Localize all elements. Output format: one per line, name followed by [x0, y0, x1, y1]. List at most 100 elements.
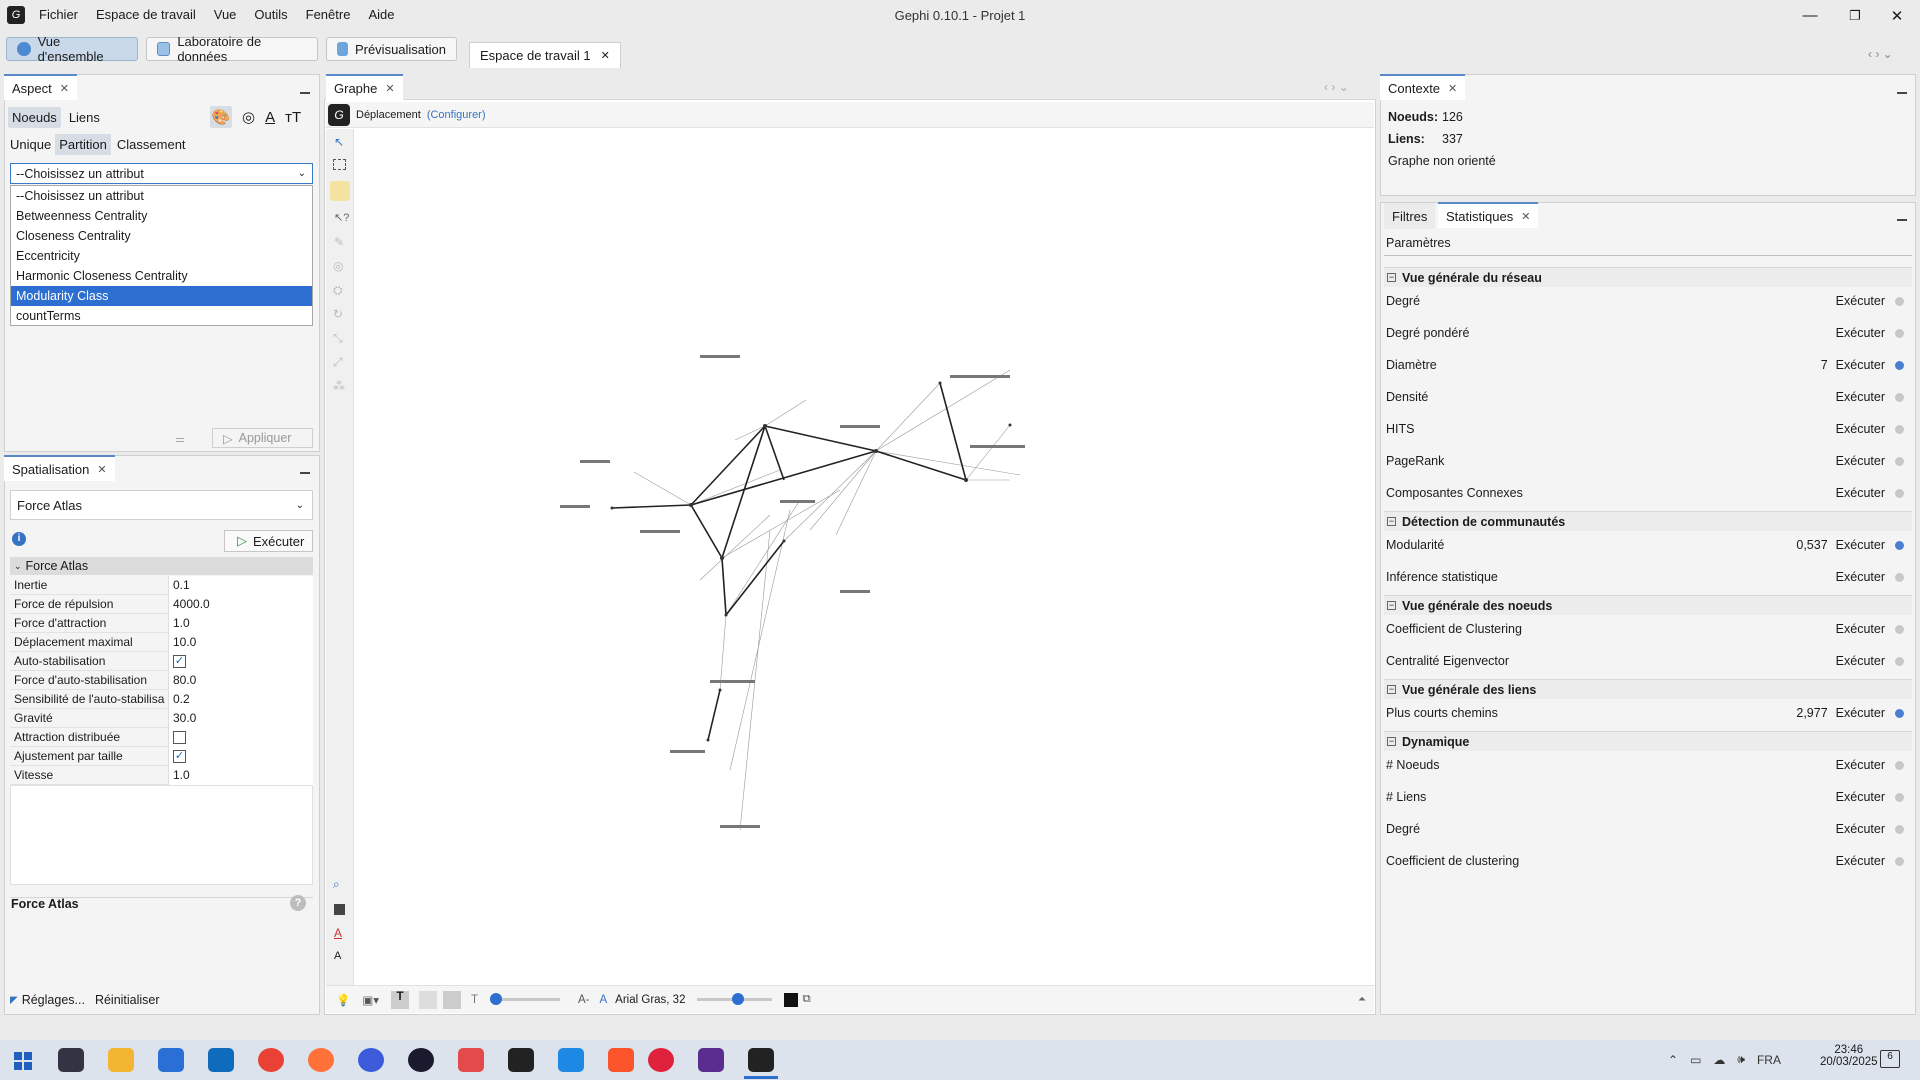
- adjust-by-size-checkbox[interactable]: ✓: [173, 749, 186, 763]
- figma-icon[interactable]: [508, 1048, 534, 1072]
- chrome-icon[interactable]: [258, 1048, 284, 1072]
- param-value[interactable]: 0.2: [168, 689, 313, 709]
- store-icon[interactable]: [158, 1048, 184, 1072]
- info-icon[interactable]: [1895, 296, 1904, 306]
- copy-icon[interactable]: ⧉: [802, 993, 810, 1006]
- close-icon[interactable]: ✕: [97, 463, 106, 476]
- statistics-parameters[interactable]: Paramètres: [1386, 236, 1451, 250]
- tab-nav-arrows[interactable]: ‹ › ⌄: [1868, 47, 1893, 61]
- app-icon[interactable]: [558, 1048, 584, 1072]
- info-icon[interactable]: [1895, 456, 1904, 466]
- volume-icon[interactable]: 🕪: [1737, 1052, 1745, 1067]
- info-icon[interactable]: [1895, 708, 1904, 718]
- run-button[interactable]: Exécuter: [1836, 390, 1885, 404]
- info-icon[interactable]: [1895, 572, 1904, 582]
- paint-icon[interactable]: ⛭: [333, 283, 343, 298]
- info-icon[interactable]: [1895, 488, 1904, 498]
- hide-labels-icon[interactable]: [442, 990, 461, 1009]
- graph-canvas[interactable]: [540, 330, 1100, 850]
- run-button[interactable]: Exécuter: [1836, 758, 1885, 772]
- tab-graphe[interactable]: Graphe ✕: [326, 74, 403, 100]
- workspace-tab[interactable]: Espace de travail 1 ✕: [469, 42, 621, 68]
- run-button[interactable]: Exécuter: [1836, 854, 1885, 868]
- network-icon[interactable]: ☁: [1713, 1053, 1725, 1067]
- param-value[interactable]: 1.0: [168, 613, 313, 633]
- font-name-label[interactable]: Arial Gras, 32: [615, 994, 685, 1006]
- label-size-slider[interactable]: [490, 993, 560, 1005]
- auto-stabilisation-checkbox[interactable]: ✓: [173, 654, 186, 668]
- app-icon[interactable]: [698, 1048, 724, 1072]
- subtab-noeuds[interactable]: Noeuds: [8, 106, 61, 128]
- select-edit-icon[interactable]: ↖?: [334, 211, 349, 224]
- font-size-slider[interactable]: [697, 993, 773, 1005]
- run-button[interactable]: Exécuter: [1836, 790, 1885, 804]
- tab-aspect[interactable]: Aspect ✕: [4, 74, 77, 100]
- gephi-taskbar-icon[interactable]: [748, 1048, 774, 1072]
- layout-section-header[interactable]: ⌄ Force Atlas: [10, 557, 313, 575]
- background-color-icon[interactable]: [334, 904, 345, 915]
- task-view-icon[interactable]: [58, 1048, 84, 1072]
- run-button[interactable]: Exécuter: [1836, 822, 1885, 836]
- dropdown-option[interactable]: Eccentricity: [11, 246, 312, 266]
- info-icon[interactable]: [1895, 856, 1904, 866]
- info-icon[interactable]: i: [12, 532, 26, 546]
- edge-labels-icon[interactable]: [418, 990, 437, 1009]
- stats-group-header[interactable]: − Détection de communautés: [1384, 511, 1912, 531]
- run-button[interactable]: Exécuter: [1836, 654, 1885, 668]
- font-decrease-icon[interactable]: A-: [578, 994, 590, 1006]
- info-icon[interactable]: [1895, 328, 1904, 338]
- close-tab-icon[interactable]: ✕: [601, 49, 610, 62]
- text-size-icon[interactable]: T: [471, 994, 478, 1006]
- tab-statistiques[interactable]: Statistiques ✕: [1438, 202, 1539, 228]
- app-icon[interactable]: [358, 1048, 384, 1072]
- dropdown-option[interactable]: Betweenness Centrality: [11, 206, 312, 226]
- app-icon[interactable]: [408, 1048, 434, 1072]
- run-button[interactable]: Exécuter: [1836, 454, 1885, 468]
- stats-group-header[interactable]: − Vue générale des liens: [1384, 679, 1912, 699]
- expand-icon[interactable]: ⏶: [1358, 994, 1366, 1005]
- reset-link[interactable]: Réinitialiser: [95, 993, 160, 1007]
- info-icon[interactable]: [1895, 360, 1904, 370]
- show-labels-icon[interactable]: T: [390, 990, 409, 1009]
- screenshot-icon[interactable]: ▣▾: [362, 993, 379, 1007]
- minimize-panel-icon[interactable]: [300, 472, 310, 474]
- palette-icon[interactable]: 🎨: [210, 106, 232, 128]
- tab-spatialisation[interactable]: Spatialisation ✕: [4, 455, 115, 481]
- lightbulb-icon[interactable]: 💡: [336, 993, 350, 1007]
- tab-filtres[interactable]: Filtres: [1384, 203, 1436, 229]
- stats-group-header[interactable]: − Vue générale des noeuds: [1384, 595, 1912, 615]
- distributed-attraction-checkbox[interactable]: [173, 730, 186, 744]
- configure-link[interactable]: (Configurer): [427, 109, 486, 121]
- minimize-panel-icon[interactable]: [300, 92, 310, 94]
- info-icon[interactable]: [1895, 540, 1904, 550]
- param-value[interactable]: 0.1: [168, 575, 313, 595]
- brush-icon[interactable]: ✎: [334, 235, 344, 249]
- close-icon[interactable]: ✕: [1521, 210, 1530, 223]
- label-size-icon[interactable]: A: [334, 950, 341, 962]
- info-icon[interactable]: [1895, 760, 1904, 770]
- apply-button[interactable]: ▷ Appliquer: [212, 428, 313, 448]
- help-icon[interactable]: ?: [290, 895, 306, 911]
- size-icon[interactable]: ◎: [242, 108, 255, 126]
- run-button[interactable]: Exécuter: [1836, 538, 1885, 552]
- run-button[interactable]: Exécuter: [1836, 294, 1885, 308]
- minimize-button[interactable]: —: [1787, 0, 1833, 31]
- param-value[interactable]: 1.0: [168, 765, 313, 785]
- windows-start-icon[interactable]: [14, 1052, 32, 1070]
- preview-button[interactable]: Prévisualisation: [326, 37, 457, 61]
- stats-group-header[interactable]: − Dynamique: [1384, 731, 1912, 751]
- close-icon[interactable]: ✕: [60, 82, 69, 95]
- info-icon[interactable]: [1895, 792, 1904, 802]
- run-layout-button[interactable]: ▷ Exécuter: [224, 530, 313, 552]
- outlook-icon[interactable]: [208, 1048, 234, 1072]
- cluster-icon[interactable]: ⁂: [333, 379, 345, 393]
- edge-color-icon[interactable]: A: [334, 926, 342, 940]
- size-tool-icon[interactable]: ◎: [333, 259, 343, 273]
- file-explorer-icon[interactable]: [108, 1048, 134, 1072]
- data-lab-button[interactable]: Laboratoire de données: [146, 34, 318, 64]
- run-button[interactable]: Exécuter: [1836, 422, 1885, 436]
- opera-icon[interactable]: [648, 1048, 674, 1072]
- attribute-select[interactable]: --Choisissez un attribut ⌄: [10, 163, 313, 184]
- param-value[interactable]: 10.0: [168, 632, 313, 652]
- param-value[interactable]: 80.0: [168, 670, 313, 690]
